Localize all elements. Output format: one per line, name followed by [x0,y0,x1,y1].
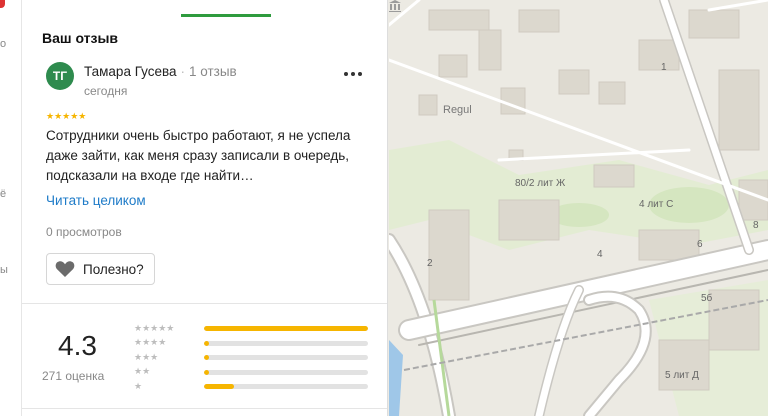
map[interactable]: Regul 1 80/2 лит Ж 4 лит С 2 4 5б 5 лит … [389,0,768,416]
author-review-count: 1 отзыв [189,64,237,79]
separator: · [180,64,186,79]
notification-dot [0,0,5,8]
map-label: 5б [701,293,713,304]
more-dot-icon [358,72,362,76]
rating-row: ★★ [134,366,368,378]
review-author: Тамара Гусева · 1 отзыв [84,64,237,79]
more-dot-icon [351,72,355,76]
rating-bar-fill [204,355,209,360]
map-label: 4 лит С [639,199,674,210]
read-more-link[interactable]: Читать целиком [46,193,146,208]
rating-bar-track [204,355,368,360]
rating-score: 4.3 [58,330,97,361]
more-options-button[interactable] [342,68,364,80]
rating-bar-track [204,369,368,375]
map-label: 4 [597,249,603,260]
rating-bar-track [204,326,368,331]
map-label: 1 [661,62,667,73]
rating-row: ★★★★★ [134,322,368,334]
rating-bar-fill [204,384,234,389]
review-rating-stars: ★★★★★ [46,111,87,121]
review-date: сегодня [84,84,128,98]
views-count: 0 просмотров [46,225,122,239]
section-title: Ваш отзыв [42,30,119,46]
rating-row-stars: ★★★★ [134,337,167,347]
map-canvas [389,0,768,416]
review-text: Сотрудники очень быстро работают, я не у… [46,128,351,183]
avatar[interactable]: ТГ [46,62,74,90]
author-name[interactable]: Тамара Гусева [84,64,177,79]
rating-bar-track [204,384,368,389]
rating-bar-fill [204,326,368,331]
rail-fragment: o [0,38,7,50]
rating-count: 271 оценка [42,369,105,383]
map-label: 5 лит Д [665,370,699,381]
review-panel: Ваш отзыв ТГ Тамара Гусева · 1 отзыв сегод… [22,0,388,416]
rating-row-stars: ★★ [134,366,151,376]
rating-row: ★ [134,380,368,392]
useful-button[interactable]: Полезно? [46,253,155,285]
useful-label: Полезно? [83,261,144,277]
rating-row-stars: ★★★★★ [134,322,175,333]
rating-bar-fill [204,340,209,346]
rail-fragment: ё [0,188,7,200]
rating-bar-track [204,340,368,346]
map-label: 80/2 лит Ж [515,178,566,189]
rating-row-stars: ★★★ [134,351,159,362]
bank-icon[interactable] [389,0,401,12]
map-label: 8 [753,220,759,231]
rail-fragment: ы [0,264,8,276]
heart-icon [55,261,75,277]
rating-row: ★★★ [134,351,368,363]
active-tab-indicator [181,14,271,17]
poi-label-regul[interactable]: Regul [443,104,472,116]
map-label: 2 [427,258,433,269]
rating-bar-fill [204,369,209,375]
left-rail: o ё ы [0,0,22,416]
rating-row: ★★★★ [134,337,368,349]
divider [22,408,387,409]
rating-row-stars: ★ [134,380,143,391]
divider [22,303,387,304]
map-label: 6 [697,239,703,250]
more-dot-icon [344,72,348,76]
